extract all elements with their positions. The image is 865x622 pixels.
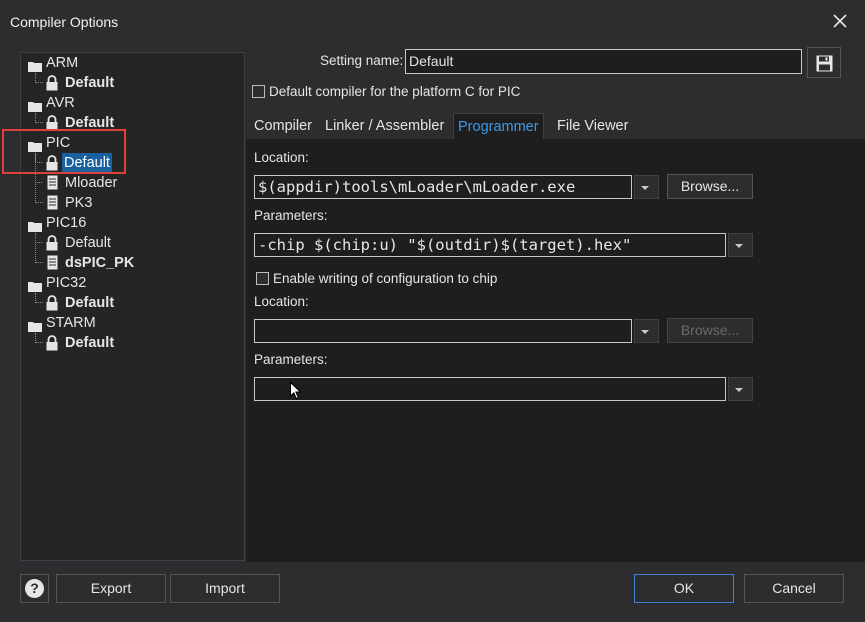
tree-connector (35, 293, 43, 303)
setting-name-input[interactable]: Default (405, 49, 802, 74)
tree-group-label: PIC (46, 135, 71, 151)
file-icon (47, 255, 58, 270)
default-compiler-checkbox[interactable] (252, 85, 265, 98)
lock-icon (46, 335, 58, 351)
setting-name-label: Setting name: (320, 53, 404, 68)
help-button[interactable]: ? (20, 574, 49, 603)
lock-icon (46, 155, 58, 171)
lock-icon (46, 75, 58, 91)
tab-linker-assembler[interactable]: Linker / Assembler (321, 113, 448, 139)
parameters-label: Parameters: (254, 208, 328, 223)
config-location-dropdown-button[interactable] (634, 319, 659, 343)
tree-item-label: Default (65, 235, 111, 251)
tree-connector (35, 333, 43, 343)
floppy-disk-icon (816, 55, 833, 75)
tree-item-label: Mloader (65, 175, 118, 191)
folder-icon (28, 98, 42, 112)
location-input[interactable]: $(appdir)tools\mLoader\mLoader.exe (254, 175, 632, 199)
enable-config-writing-label: Enable writing of configuration to chip (273, 271, 498, 286)
tree-connector (35, 173, 42, 183)
folder-icon (28, 278, 42, 292)
help-icon: ? (25, 579, 44, 598)
tree-group-label: STARM (46, 315, 96, 331)
file-icon (47, 195, 58, 210)
save-button[interactable] (807, 47, 841, 78)
file-icon (47, 175, 58, 190)
tab-file-viewer[interactable]: File Viewer (553, 113, 632, 139)
tab-programmer[interactable]: Programmer (453, 113, 544, 140)
chevron-down-icon (641, 330, 649, 334)
lock-icon (46, 235, 58, 251)
config-location-label: Location: (254, 294, 309, 309)
location-dropdown-button[interactable] (634, 175, 659, 199)
tree-group-label: PIC32 (46, 275, 87, 291)
tree-group-label: ARM (46, 55, 79, 71)
tree-item-label: dsPIC_PK (65, 255, 135, 271)
browse-button[interactable]: Browse... (667, 174, 753, 199)
tree-group-label: AVR (46, 95, 75, 111)
folder-icon (28, 318, 42, 332)
default-compiler-label: Default compiler for the platform C for … (269, 84, 521, 99)
tree-group-label: PIC16 (46, 215, 87, 231)
enable-config-writing-checkbox[interactable] (256, 272, 269, 285)
parameters-dropdown-button[interactable] (728, 233, 753, 257)
tree-connector (35, 233, 42, 243)
folder-icon (28, 138, 42, 152)
export-button[interactable]: Export (56, 574, 166, 603)
tree-item-label: PK3 (65, 195, 93, 211)
compiler-tree[interactable]: ARM Default AVR Default PIC Default Mloa… (20, 52, 245, 561)
tree-item-label: Default (65, 295, 115, 311)
config-parameters-dropdown-button[interactable] (728, 377, 753, 401)
location-label: Location: (254, 150, 309, 165)
lock-icon (46, 295, 58, 311)
tree-connector (35, 153, 42, 163)
tree-item-label: Default (65, 335, 115, 351)
chevron-down-icon (735, 388, 743, 392)
tree-item-label: Default (65, 75, 115, 91)
ok-button[interactable]: OK (634, 574, 734, 603)
config-parameters-input[interactable] (254, 377, 726, 401)
tree-connector (35, 113, 43, 123)
lock-icon (46, 115, 58, 131)
tab-compiler[interactable]: Compiler (250, 113, 316, 139)
tree-item-label-selected: Default (62, 153, 112, 173)
folder-icon (28, 218, 42, 232)
close-icon[interactable] (833, 14, 847, 28)
title-bar: Compiler Options (0, 0, 865, 44)
chevron-down-icon (735, 244, 743, 248)
config-browse-button[interactable]: Browse... (667, 318, 753, 343)
parameters-input[interactable]: -chip $(chip:u) "$(outdir)$(target).hex" (254, 233, 726, 257)
programmer-tab-content: Location: $(appdir)tools\mLoader\mLoader… (246, 139, 865, 562)
chevron-down-icon (641, 186, 649, 190)
config-location-input[interactable] (254, 319, 632, 343)
settings-panel: Setting name: Default Default compiler f… (246, 44, 865, 562)
import-button[interactable]: Import (170, 574, 280, 603)
cancel-button[interactable]: Cancel (744, 574, 844, 603)
folder-icon (28, 58, 42, 72)
window-title: Compiler Options (10, 14, 119, 30)
config-parameters-label: Parameters: (254, 352, 328, 367)
tree-item-label: Default (65, 115, 115, 131)
tree-connector (35, 73, 43, 83)
